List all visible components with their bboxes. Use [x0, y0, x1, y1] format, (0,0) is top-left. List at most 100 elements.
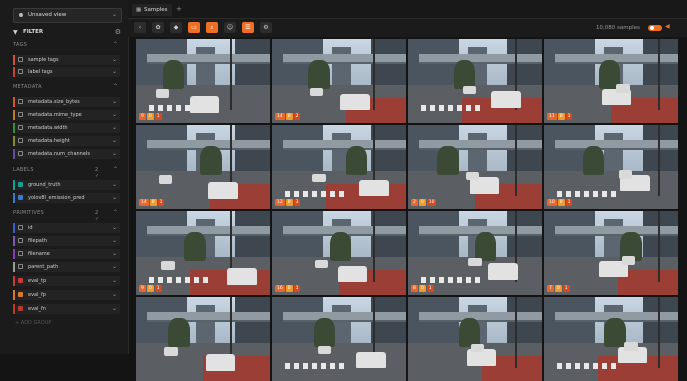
sidebar: Unsaved view ⌄ ▼ FILTER ⚙ TAGS ⌃ sample … [0, 0, 129, 354]
checkbox[interactable] [18, 112, 23, 117]
chevron-down-icon[interactable]: ⌄ [112, 237, 117, 244]
pole [657, 125, 660, 197]
person-icon[interactable]: ☺ [224, 22, 236, 33]
item-label: metadata.size_bytes [28, 99, 80, 105]
chevron-up-icon[interactable]: ⌃ [113, 83, 118, 90]
add-tab-button[interactable]: + [176, 5, 182, 13]
chevron-down-icon[interactable]: ⌄ [112, 56, 117, 63]
chevron-down-icon[interactable]: ⌄ [112, 111, 117, 118]
checkbox[interactable] [18, 238, 23, 243]
chevron-up-icon[interactable]: ⌃ [113, 209, 118, 216]
sample-tile[interactable]: 2 0 10 [408, 125, 542, 209]
view-selector[interactable]: Unsaved view ⌄ [13, 8, 122, 23]
sidebar-item-id[interactable]: id ⌄ [13, 223, 120, 233]
fn-badge: 1 [565, 199, 573, 206]
car [470, 344, 485, 353]
car [205, 354, 236, 371]
sample-tile[interactable]: 901 [136, 39, 270, 123]
sample-tile[interactable]: 11 0 1 [544, 39, 678, 123]
sample-tile[interactable]: 801 [408, 211, 542, 295]
list-icon[interactable]: ☰ [242, 22, 254, 33]
checkbox[interactable] [18, 125, 23, 130]
checkbox[interactable] [18, 57, 23, 62]
chevron-down-icon[interactable]: ⌄ [112, 68, 117, 75]
chevron-down-icon[interactable]: ⌄ [112, 277, 117, 284]
sidebar-item-metadata-mime[interactable]: metadata.mime_type ⌄ [13, 110, 120, 120]
checkbox[interactable] [18, 138, 23, 143]
sidebar-item-eval-fp[interactable]: eval_fp ⌄ [13, 290, 120, 300]
sample-tile[interactable]: 14 0 2 [272, 39, 406, 123]
chevron-down-icon[interactable]: ⌄ [112, 224, 117, 231]
section-primitives[interactable]: PRIMITIVES 2 ✓ ⌃ [13, 209, 118, 222]
image-icon[interactable]: ▭ [188, 22, 200, 33]
chevron-down-icon[interactable]: ⌄ [112, 194, 117, 201]
chevron-down-icon[interactable]: ⌄ [112, 250, 117, 257]
checkbox-checked[interactable] [18, 182, 23, 187]
section-metadata[interactable]: METADATA ⌃ [13, 83, 118, 90]
sidebar-item-eval-fn[interactable]: eval_fn ⌄ [13, 304, 120, 314]
sidebar-item-eval-tp[interactable]: eval_tp ⌄ [13, 276, 120, 286]
sidebar-item-metadata-size[interactable]: metadata.size_bytes ⌄ [13, 97, 120, 107]
chevron-up-icon[interactable]: ⌃ [113, 41, 118, 48]
sidebar-item-metadata-channels[interactable]: metadata.num_channels ⌄ [13, 149, 120, 159]
slider-icon[interactable]: ◀ [665, 23, 670, 30]
gear-icon[interactable]: ⚙ [260, 22, 272, 33]
sample-tile[interactable]: 701 [544, 211, 678, 295]
checkbox[interactable] [18, 264, 23, 269]
sample-tile[interactable]: 901 [136, 211, 270, 295]
chevron-down-icon[interactable]: ⌄ [112, 124, 117, 131]
chevron-down-icon[interactable]: ⌄ [112, 137, 117, 144]
sidebar-item-filepath[interactable]: filepath ⌄ [13, 236, 120, 246]
building [468, 133, 488, 172]
search-icon[interactable]: ⌕ [206, 22, 218, 33]
section-tags[interactable]: TAGS ⌃ [13, 41, 118, 48]
sample-tile[interactable] [272, 297, 406, 381]
item-label: eval_tp [28, 278, 47, 284]
chevron-up-icon[interactable]: ⌃ [113, 166, 118, 173]
checkbox-checked[interactable] [18, 278, 23, 283]
color-palette-icon[interactable]: ✿ [152, 22, 164, 33]
sample-tile[interactable]: 14 0 1 [136, 125, 270, 209]
sample-tile[interactable]: 16 0 1 [272, 211, 406, 295]
tab-samples[interactable]: ▦ Samples [132, 4, 172, 16]
sample-tile[interactable] [408, 297, 542, 381]
sidebar-item-filename[interactable]: filename ⌄ [13, 249, 120, 259]
sample-tile[interactable] [544, 297, 678, 381]
checkbox[interactable] [18, 251, 23, 256]
sidebar-item-parent-path[interactable]: parent_path ⌄ [13, 262, 120, 272]
add-group-button[interactable]: + ADD GROUP [15, 320, 51, 326]
sample-tile[interactable]: 12 0 3 [272, 125, 406, 209]
sidebar-item-metadata-width[interactable]: metadata.width ⌄ [13, 123, 120, 133]
checkbox-checked[interactable] [18, 306, 23, 311]
checkbox[interactable] [18, 69, 23, 74]
chevron-down-icon[interactable]: ⌄ [112, 305, 117, 312]
gear-icon[interactable]: ⚙ [115, 28, 121, 36]
sample-tile[interactable] [408, 39, 542, 123]
sidebar-item-label-tags[interactable]: label tags ⌄ [13, 67, 120, 77]
checkbox[interactable] [18, 99, 23, 104]
color-bar [13, 67, 15, 77]
tab-samples-label: Samples [144, 7, 168, 13]
color-bar [13, 276, 15, 286]
sample-tile[interactable]: 10 0 1 [544, 125, 678, 209]
sidebar-item-metadata-height[interactable]: metadata.height ⌄ [13, 136, 120, 146]
chevron-down-icon[interactable]: ⌄ [112, 181, 117, 188]
back-icon[interactable]: ‹ [134, 22, 146, 33]
grid-toggle[interactable] [648, 25, 662, 31]
chevron-down-icon[interactable]: ⌄ [112, 263, 117, 270]
checkbox-checked[interactable] [18, 195, 23, 200]
sample-tile[interactable] [136, 297, 270, 381]
tag-icon[interactable]: ◆ [170, 22, 182, 33]
checkbox[interactable] [18, 225, 23, 230]
sidebar-item-predictions[interactable]: yolov8l_emission_pred ⌄ [13, 193, 120, 203]
chevron-down-icon[interactable]: ⌄ [112, 150, 117, 157]
checkbox[interactable] [18, 151, 23, 156]
section-labels[interactable]: LABELS 2 ✓ ⌃ [13, 166, 118, 179]
fp-badge: 0 [557, 199, 565, 206]
sidebar-item-sample-tags[interactable]: sample tags ⌄ [13, 55, 120, 65]
checkbox-checked[interactable] [18, 292, 23, 297]
sidebar-item-ground-truth[interactable]: ground_truth ⌄ [13, 180, 120, 190]
chevron-down-icon[interactable]: ⌄ [112, 291, 117, 298]
fn-badge: 1 [426, 285, 434, 292]
chevron-down-icon[interactable]: ⌄ [112, 98, 117, 105]
